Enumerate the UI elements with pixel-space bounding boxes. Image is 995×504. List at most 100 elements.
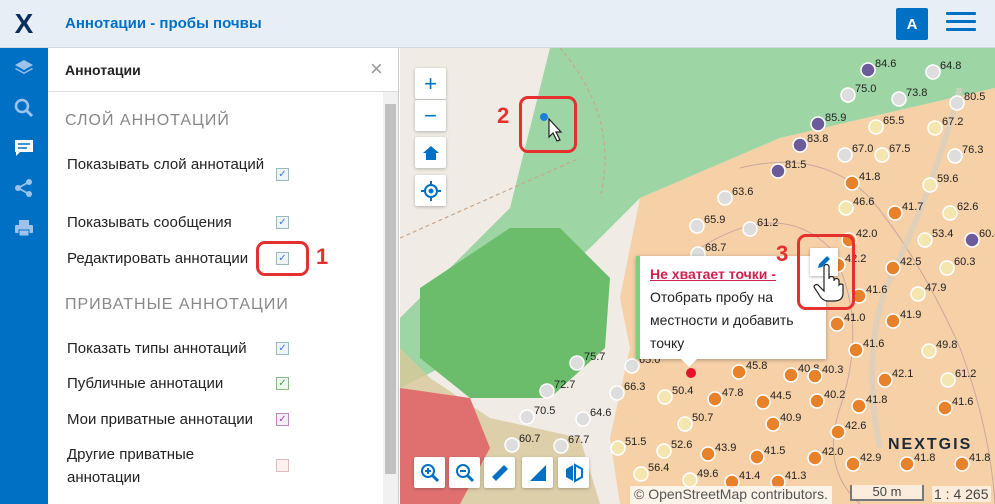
sample-point[interactable] [885,260,901,276]
map-canvas[interactable]: 84.6 64.8 75.0 73.8 80.5 85.9 65.5 67.2 67.5 83.8… [400,48,995,504]
sample-point[interactable] [925,64,941,80]
comment-icon[interactable] [0,128,48,168]
sample-point-label: 83.8 [807,133,828,145]
sample-point[interactable] [848,342,864,358]
search-icon[interactable] [0,88,48,128]
scrollbar-thumb[interactable] [385,104,396,474]
sample-point[interactable] [569,355,585,371]
sample-point[interactable] [927,120,943,136]
swipe-compare-icon[interactable] [558,457,589,488]
sample-point[interactable] [682,472,698,488]
sample-point[interactable] [807,450,823,466]
close-icon[interactable]: × [370,58,383,80]
sample-point[interactable] [700,446,716,462]
sample-point[interactable] [910,286,926,302]
sample-point[interactable] [844,175,860,191]
sample-point[interactable] [539,383,555,399]
sample-point[interactable] [877,372,893,388]
sample-point[interactable] [504,437,520,453]
sample-point[interactable] [917,232,933,248]
sample-point-label: 46.6 [853,196,874,208]
sample-point[interactable] [937,400,953,416]
measure-area-icon[interactable] [522,457,553,488]
sample-point[interactable] [575,411,591,427]
checkbox-other-private-annotations[interactable] [276,459,289,472]
sample-point[interactable] [942,205,958,221]
sample-point[interactable] [837,147,853,163]
sample-point[interactable] [899,456,915,472]
sample-point[interactable] [887,205,903,221]
sample-point-label: 60.7 [519,433,540,445]
sample-point[interactable] [874,147,890,163]
map-attribution[interactable]: © OpenStreetMap contributors. [630,486,832,504]
scrollbar[interactable] [383,92,398,504]
sample-point[interactable] [954,456,970,472]
popup-title[interactable]: Не хватает точки - [650,263,816,286]
sample-point[interactable] [553,438,569,454]
sample-point[interactable] [891,91,907,107]
checkbox-show-messages[interactable]: ✓ [276,216,289,229]
zoom-out-box-icon[interactable] [449,457,480,488]
sample-point[interactable] [860,62,876,78]
user-avatar-button[interactable]: A [896,8,928,40]
sample-point[interactable] [519,409,535,425]
sample-point[interactable] [624,358,640,374]
checkbox-public-annotations[interactable]: ✓ [276,377,289,390]
sample-point[interactable] [922,177,938,193]
app-logo[interactable]: X [0,0,48,48]
hamburger-menu-icon[interactable] [946,12,976,36]
sample-point[interactable] [765,416,781,432]
sample-point[interactable] [810,116,826,132]
sample-point[interactable] [807,368,823,384]
checkbox-my-private-annotations[interactable]: ✓ [276,413,289,426]
zoom-in-box-icon[interactable] [414,457,445,488]
sample-point[interactable] [809,393,825,409]
sample-point[interactable] [610,440,626,456]
zoom-out-button[interactable]: − [415,100,446,131]
sample-point[interactable] [829,316,845,332]
sample-point[interactable] [939,260,955,276]
sample-point[interactable] [742,221,758,237]
sample-point[interactable] [947,148,963,164]
sample-point[interactable] [792,137,808,153]
sample-point[interactable] [657,389,673,405]
osm-link[interactable]: © OpenStreetMap contributors. [634,486,828,502]
sample-point[interactable] [840,87,856,103]
sample-point[interactable] [609,385,625,401]
print-icon[interactable] [0,208,48,248]
sample-point[interactable] [749,449,765,465]
sample-point-label: 75.7 [584,351,605,363]
sample-point[interactable] [830,424,846,440]
sample-point[interactable] [770,163,786,179]
ruler-icon[interactable] [484,457,515,488]
sample-point[interactable] [689,218,705,234]
zoom-in-button[interactable]: + [415,68,446,99]
sample-point-label: 60.3 [954,256,975,268]
sample-point[interactable] [633,466,649,482]
sample-point[interactable] [940,372,956,388]
sample-point[interactable] [845,456,861,472]
share-icon[interactable] [0,168,48,208]
sample-point-label: 40.9 [780,412,801,424]
sample-point[interactable] [707,391,723,407]
sample-point[interactable] [731,364,747,380]
checkbox-show-layer[interactable]: ✓ [276,168,289,181]
sample-point[interactable] [677,416,693,432]
sample-point[interactable] [949,95,965,111]
checkbox-show-types[interactable]: ✓ [276,342,289,355]
sample-point[interactable] [868,119,884,135]
sample-point[interactable] [656,443,672,459]
home-icon[interactable] [415,137,446,168]
sample-point[interactable] [851,398,867,414]
sample-point[interactable] [885,313,901,329]
locate-icon[interactable] [415,175,446,206]
sample-point[interactable] [755,394,771,410]
sample-point[interactable] [921,343,937,359]
sample-point[interactable] [964,232,980,248]
sample-point-label: 65.9 [704,214,725,226]
sample-point[interactable] [783,367,799,383]
sample-point[interactable] [717,190,733,206]
annotation-marker-icon[interactable] [684,366,698,380]
layers-icon[interactable] [0,48,48,88]
sample-point[interactable] [838,200,854,216]
